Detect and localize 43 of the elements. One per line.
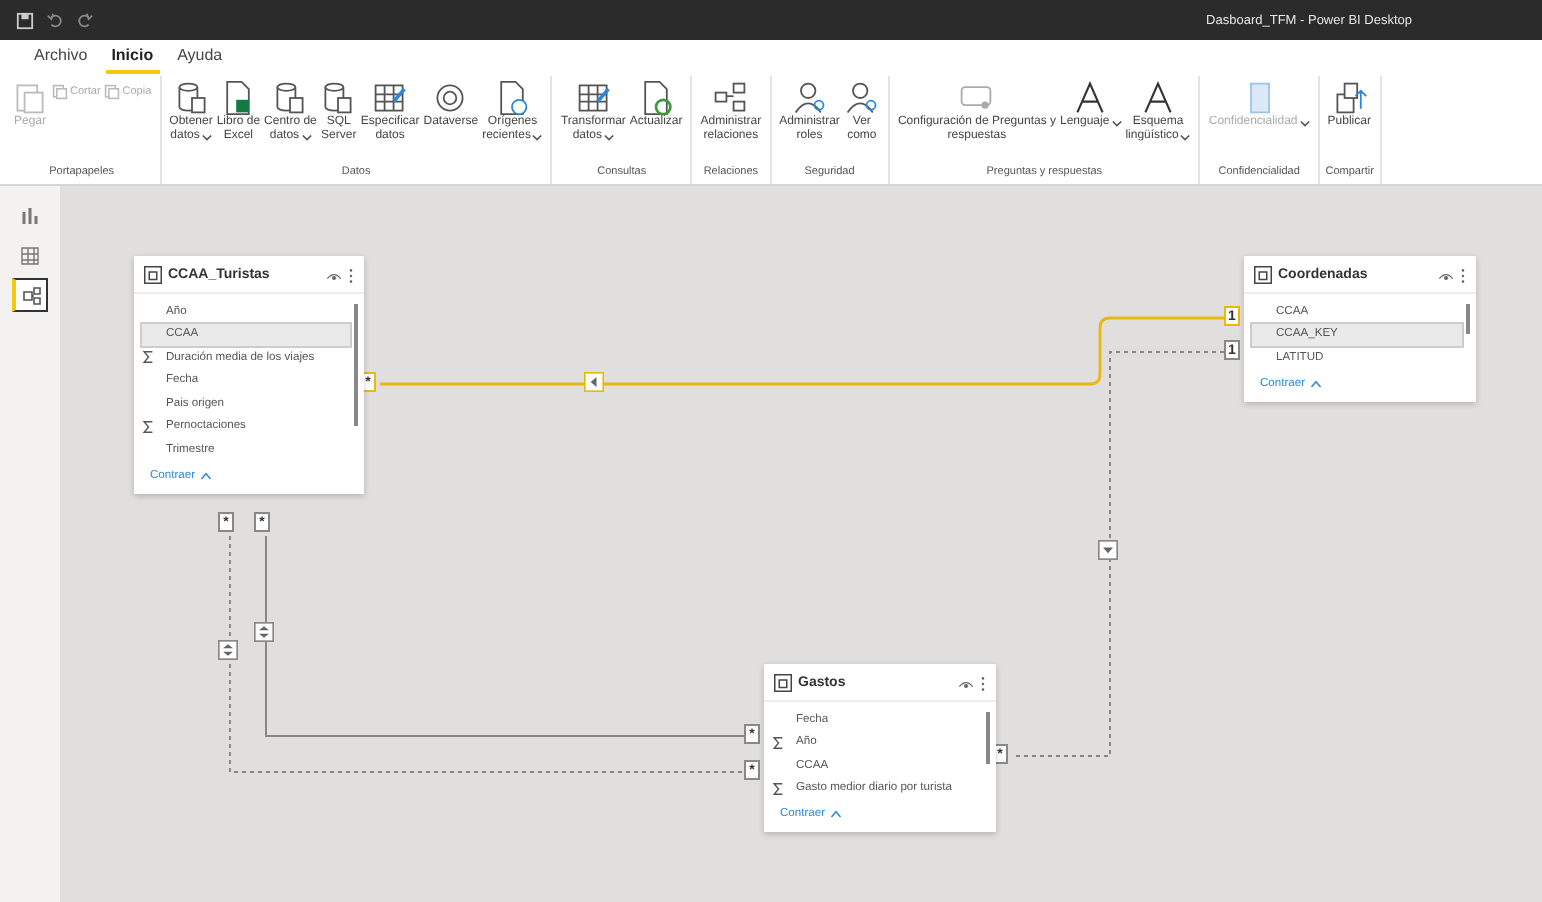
eye-icon[interactable] xyxy=(326,269,342,281)
diagram-icon xyxy=(21,285,41,305)
eye-icon[interactable] xyxy=(1438,269,1454,281)
table-icon xyxy=(774,674,792,692)
caret-icon xyxy=(1309,379,1322,387)
grid-icon xyxy=(20,245,40,265)
table-icon xyxy=(1254,266,1272,284)
person-icon xyxy=(791,80,828,116)
sigma-icon xyxy=(142,419,154,434)
eye-icon[interactable] xyxy=(958,677,974,689)
menu-tab[interactable]: Inicio xyxy=(105,42,160,74)
letter-icon xyxy=(1072,80,1109,116)
sigma-icon xyxy=(772,735,784,750)
undo-icon[interactable] xyxy=(46,11,64,29)
sigma-icon xyxy=(142,350,154,365)
menu-tab[interactable]: Archivo xyxy=(28,42,94,74)
more-icon[interactable] xyxy=(348,267,354,283)
more-icon[interactable] xyxy=(1460,267,1466,283)
scrollbar[interactable] xyxy=(986,712,990,764)
refresh-icon xyxy=(638,80,675,116)
table-icon xyxy=(372,80,409,116)
menu-tab[interactable]: Ayuda xyxy=(171,42,229,74)
database-icon xyxy=(173,80,209,116)
table-icon xyxy=(575,80,612,116)
save-icon[interactable] xyxy=(16,11,34,29)
database-icon xyxy=(272,80,309,116)
copy-icon xyxy=(104,84,121,100)
table-icon xyxy=(144,266,162,284)
clipboard-icon xyxy=(12,80,48,116)
scrollbar[interactable] xyxy=(1466,304,1470,333)
bar-chart-icon xyxy=(20,205,40,225)
relationship-icon xyxy=(712,80,749,116)
model-view-button[interactable] xyxy=(12,278,48,312)
more-icon[interactable] xyxy=(980,675,986,691)
sigma-icon xyxy=(772,781,784,796)
database-icon xyxy=(320,80,357,116)
caret-icon xyxy=(829,810,842,818)
letter-icon xyxy=(1140,80,1177,116)
caret-icon xyxy=(199,471,212,479)
publish-icon xyxy=(1331,80,1368,116)
redo-icon[interactable] xyxy=(76,11,94,29)
person-icon xyxy=(843,80,880,116)
scrollbar[interactable] xyxy=(354,304,358,425)
